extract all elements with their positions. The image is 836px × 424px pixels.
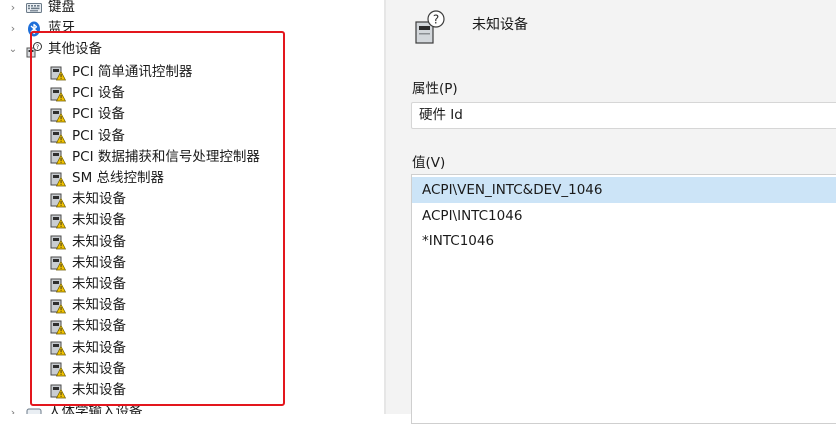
unknown-device-icon: ? bbox=[415, 10, 445, 44]
value-item[interactable]: ACPI\INTC1046 bbox=[412, 203, 836, 229]
device-warning-icon bbox=[50, 129, 66, 144]
device-warning-icon bbox=[50, 299, 66, 314]
tree-item-device[interactable]: 未知设备 bbox=[50, 380, 126, 401]
tree-item-keyboard[interactable]: › 键盘 bbox=[0, 0, 384, 18]
tree-item-device[interactable]: 未知设备 bbox=[50, 189, 126, 210]
chevron-right-icon[interactable]: › bbox=[8, 0, 18, 18]
value-label: 值(V) bbox=[412, 155, 446, 171]
chevron-down-icon[interactable]: ⌄ bbox=[8, 39, 18, 60]
svg-text:?: ? bbox=[36, 43, 39, 51]
property-select[interactable]: 硬件 Id bbox=[411, 102, 836, 129]
tree-item-label: PCI 简单通讯控制器 bbox=[72, 64, 193, 80]
property-label: 属性(P) bbox=[412, 81, 458, 97]
device-warning-icon bbox=[50, 214, 66, 229]
tree-item-device[interactable]: 未知设备 bbox=[50, 295, 126, 316]
tree-item-device[interactable]: PCI 简单通讯控制器 bbox=[50, 62, 192, 83]
device-properties-dialog: ? 未知设备 属性(P) 硬件 Id 值(V) ACPI\VEN_INTC&DE… bbox=[386, 0, 836, 424]
value-listbox[interactable]: ACPI\VEN_INTC&DEV_1046 ACPI\INTC1046 *IN… bbox=[411, 174, 836, 424]
tree-item-device[interactable]: SM 总线控制器 bbox=[50, 168, 164, 189]
device-warning-icon bbox=[50, 320, 66, 335]
device-tree[interactable]: › 键盘 › 蓝牙 ⌄ ? 其他设备 PCI 简单通讯控制器 PCI 设备 PC… bbox=[0, 0, 384, 414]
device-warning-icon bbox=[50, 193, 66, 208]
chevron-right-icon[interactable]: › bbox=[8, 18, 18, 39]
tree-item-label: 未知设备 bbox=[72, 318, 126, 335]
unknown-device-group-icon: ? bbox=[26, 41, 42, 57]
tree-group-other-devices[interactable]: ⌄ ? 其他设备 bbox=[0, 39, 384, 60]
keyboard-icon bbox=[26, 2, 42, 13]
value-item[interactable]: ACPI\VEN_INTC&DEV_1046 bbox=[412, 177, 836, 203]
tree-item-label: 未知设备 bbox=[72, 191, 126, 208]
tree-item-label: SM 总线控制器 bbox=[72, 170, 165, 186]
bluetooth-icon bbox=[28, 21, 40, 36]
hid-device-icon bbox=[26, 408, 42, 414]
value-item[interactable]: *INTC1046 bbox=[412, 228, 836, 254]
tree-item-device[interactable]: 未知设备 bbox=[50, 316, 126, 337]
tree-item-label: 未知设备 bbox=[72, 233, 126, 250]
tree-item-bluetooth[interactable]: › 蓝牙 bbox=[0, 18, 384, 39]
device-warning-icon bbox=[50, 108, 66, 123]
tree-group-label: 其他设备 bbox=[48, 41, 102, 57]
device-warning-icon bbox=[50, 341, 66, 356]
tree-item-label: 人体学输入设备 bbox=[48, 404, 143, 414]
tree-item-label: PCI 设备 bbox=[72, 127, 125, 144]
tree-item-label: 未知设备 bbox=[72, 254, 126, 271]
tree-item-label: 未知设备 bbox=[72, 297, 126, 314]
device-warning-icon bbox=[50, 278, 66, 292]
tree-item-device[interactable]: PCI 设备 bbox=[50, 104, 125, 125]
device-warning-icon bbox=[50, 66, 66, 80]
tree-item-label: 未知设备 bbox=[72, 339, 126, 356]
device-warning-icon bbox=[50, 150, 66, 165]
tree-item-device[interactable]: PCI 设备 bbox=[50, 83, 125, 104]
tree-item-hid[interactable]: › 人体学输入设备 bbox=[0, 402, 384, 414]
tree-item-label: 未知设备 bbox=[72, 212, 126, 229]
device-warning-icon bbox=[50, 362, 66, 377]
tree-item-label: 键盘 bbox=[48, 0, 75, 15]
tree-item-label: 蓝牙 bbox=[48, 20, 75, 36]
property-select-value: 硬件 Id bbox=[419, 107, 463, 123]
tree-item-label: 未知设备 bbox=[72, 276, 126, 292]
svg-text:?: ? bbox=[433, 13, 439, 27]
tree-item-device[interactable]: 未知设备 bbox=[50, 253, 126, 274]
chevron-right-icon[interactable]: › bbox=[8, 402, 18, 414]
device-warning-icon bbox=[50, 384, 66, 398]
device-warning-icon bbox=[50, 172, 66, 186]
tree-item-device[interactable]: 未知设备 bbox=[50, 210, 126, 231]
tree-item-label: PCI 数据捕获和信号处理控制器 bbox=[72, 148, 260, 165]
tree-item-device[interactable]: 未知设备 bbox=[50, 338, 126, 359]
tree-item-device[interactable]: 未知设备 bbox=[50, 274, 126, 295]
device-warning-icon bbox=[50, 87, 66, 102]
tree-item-label: PCI 设备 bbox=[72, 85, 125, 102]
tree-item-device[interactable]: 未知设备 bbox=[50, 232, 126, 253]
device-warning-icon bbox=[50, 256, 66, 271]
tree-item-device[interactable]: PCI 设备 bbox=[50, 126, 125, 147]
device-warning-icon bbox=[50, 235, 66, 250]
device-name: 未知设备 bbox=[472, 17, 528, 33]
tree-item-label: 未知设备 bbox=[72, 360, 126, 377]
tree-item-device[interactable]: PCI 数据捕获和信号处理控制器 bbox=[50, 147, 260, 168]
tree-item-label: 未知设备 bbox=[72, 382, 126, 398]
tree-item-label: PCI 设备 bbox=[72, 106, 125, 123]
tree-item-device[interactable]: 未知设备 bbox=[50, 359, 126, 380]
